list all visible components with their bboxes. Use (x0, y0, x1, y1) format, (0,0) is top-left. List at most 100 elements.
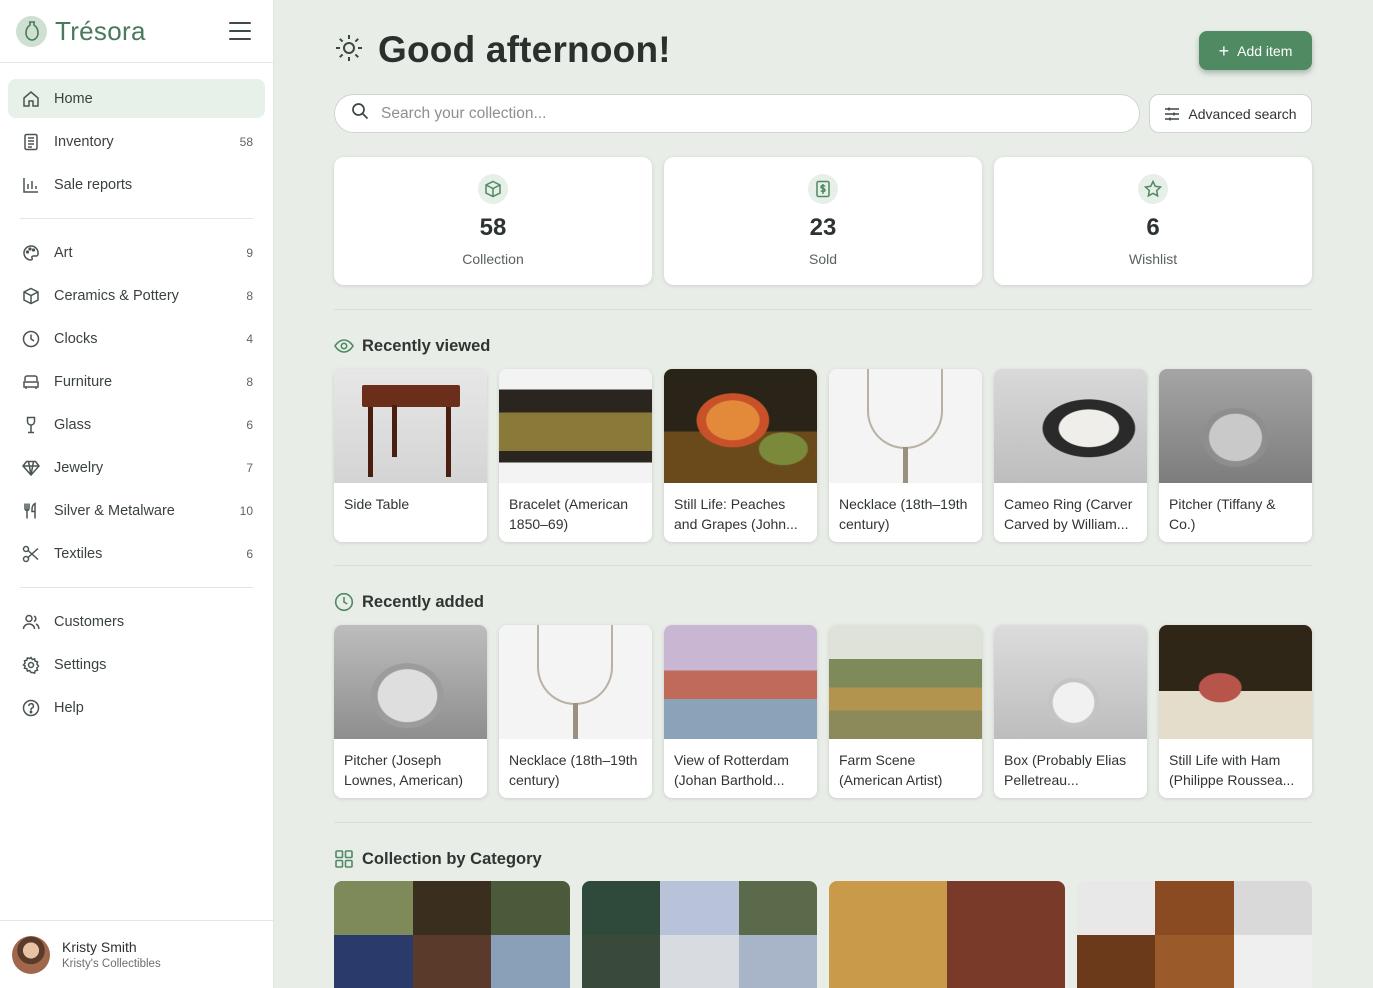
category-tile-clocks[interactable] (829, 881, 1065, 988)
sidebar-divider (20, 218, 253, 219)
stat-value: 58 (479, 214, 507, 241)
bar-chart-icon (20, 174, 42, 196)
item-card[interactable]: Pitcher (Tiffany & Co.) (1159, 369, 1312, 542)
sun-icon (334, 33, 364, 68)
recently-added-cards: Pitcher (Joseph Lownes, American) Neckla… (334, 625, 1312, 798)
category-tile-furniture[interactable] (1076, 881, 1312, 988)
help-icon (20, 697, 42, 719)
category-tile-art[interactable] (334, 881, 570, 988)
item-thumbnail (664, 625, 817, 739)
clock-icon (334, 592, 354, 612)
item-thumbnail (499, 625, 652, 739)
sidebar-item-settings[interactable]: Settings (8, 645, 265, 684)
stat-label: Sold (808, 251, 838, 267)
item-card[interactable]: Still Life with Ham (Philippe Roussea... (1159, 625, 1312, 798)
section-title-text: Collection by Category (362, 849, 542, 868)
stat-value: 23 (809, 214, 837, 241)
item-thumbnail (334, 369, 487, 483)
sidebar-item-textiles[interactable]: Textiles 6 (8, 534, 265, 573)
item-title: Pitcher (Tiffany & Co.) (1169, 496, 1276, 532)
sidebar-item-count: 8 (246, 288, 253, 303)
item-title: Bracelet (American 1850–69) (509, 496, 629, 532)
dollar-icon (808, 174, 838, 204)
sidebar-item-art[interactable]: Art 9 (8, 233, 265, 272)
item-thumbnail (334, 625, 487, 739)
sidebar-item-count: 6 (246, 546, 253, 561)
sidebar-item-silver[interactable]: Silver & Metalware 10 (8, 491, 265, 530)
vase-logo-icon (16, 15, 47, 47)
sidebar-divider (20, 587, 253, 588)
sidebar-item-ceramics[interactable]: Ceramics & Pottery 8 (8, 276, 265, 315)
item-card[interactable]: Farm Scene (American Artist) (829, 625, 982, 798)
item-card[interactable]: Box (Probably Elias Pelletreau... (994, 625, 1147, 798)
item-title: Side Table (344, 496, 410, 512)
sidebar-item-label: Ceramics & Pottery (54, 287, 179, 304)
avatar (12, 935, 50, 974)
item-card[interactable]: Bracelet (American 1850–69) (499, 369, 652, 542)
sidebar-nav: Home Inventory 58 Sale reports Art 9 Cer… (0, 63, 273, 727)
sidebar-item-clocks[interactable]: Clocks 4 (8, 319, 265, 358)
palette-icon (20, 242, 42, 264)
gem-icon (20, 457, 42, 479)
search-input[interactable] (381, 104, 1123, 123)
hamburger-menu-icon[interactable] (229, 22, 251, 40)
sidebar-item-customers[interactable]: Customers (8, 602, 265, 641)
stat-card-sold[interactable]: 23 Sold (664, 157, 982, 285)
stat-card-collection[interactable]: 58 Collection (334, 157, 652, 285)
sidebar-item-count: 10 (239, 503, 253, 518)
sidebar-item-label: Textiles (54, 545, 103, 562)
sidebar-item-sale-reports[interactable]: Sale reports (8, 165, 265, 204)
sidebar-item-label: Sale reports (54, 176, 133, 193)
sidebar-item-label: Furniture (54, 373, 113, 390)
sidebar: Trésora Home Inventory 58 Sale reports A… (0, 0, 274, 988)
item-card[interactable]: Cameo Ring (Carver Carved by William... (994, 369, 1147, 542)
category-tile-ceramics[interactable] (581, 881, 817, 988)
sidebar-item-label: Glass (54, 416, 92, 433)
utensils-icon (20, 500, 42, 522)
sidebar-item-count: 58 (239, 134, 253, 149)
plus-icon: + (1218, 40, 1230, 61)
item-thumbnail (499, 369, 652, 483)
sidebar-item-glass[interactable]: Glass 6 (8, 405, 265, 444)
item-title: Box (Probably Elias Pelletreau... (1004, 752, 1127, 788)
item-title: Necklace (18th–19th century) (839, 496, 968, 532)
item-thumbnail (829, 369, 982, 483)
greeting-header: Good afternoon! (334, 29, 671, 71)
item-card[interactable]: Side Table (334, 369, 487, 542)
item-title: Necklace (18th–19th century) (509, 752, 638, 788)
item-card[interactable]: View of Rotterdam (Johan Barthold... (664, 625, 817, 798)
item-title: Pitcher (Joseph Lownes, American) (344, 752, 464, 788)
sidebar-item-label: Silver & Metalware (54, 502, 175, 519)
stats-row: 58 Collection 23 Sold 6 Wishlist (334, 157, 1312, 285)
section-divider (334, 309, 1312, 310)
sidebar-item-count: 7 (246, 460, 253, 475)
stat-label: Collection (462, 251, 524, 267)
item-thumbnail (664, 369, 817, 483)
advanced-search-label: Advanced search (1188, 105, 1297, 122)
item-title: Still Life: Peaches and Grapes (John... (674, 496, 798, 532)
category-tiles (334, 881, 1312, 988)
scissors-icon (20, 543, 42, 565)
sidebar-item-help[interactable]: Help (8, 688, 265, 727)
sidebar-item-jewelry[interactable]: Jewelry 7 (8, 448, 265, 487)
stat-card-wishlist[interactable]: 6 Wishlist (994, 157, 1312, 285)
page-title: Good afternoon! (378, 29, 671, 70)
app-name: Trésora (55, 15, 146, 46)
user-profile[interactable]: Kristy Smith Kristy's Collectibles (0, 920, 273, 988)
home-icon (20, 88, 42, 110)
item-card[interactable]: Pitcher (Joseph Lownes, American) (334, 625, 487, 798)
item-thumbnail (994, 625, 1147, 739)
item-card[interactable]: Necklace (18th–19th century) (829, 369, 982, 542)
add-item-button[interactable]: + Add item (1199, 31, 1312, 70)
sidebar-item-furniture[interactable]: Furniture 8 (8, 362, 265, 401)
sidebar-item-count: 6 (246, 417, 253, 432)
advanced-search-button[interactable]: Advanced search (1149, 94, 1312, 133)
item-thumbnail (1159, 625, 1312, 739)
item-card[interactable]: Necklace (18th–19th century) (499, 625, 652, 798)
item-card[interactable]: Still Life: Peaches and Grapes (John... (664, 369, 817, 542)
sidebar-item-home[interactable]: Home (8, 79, 265, 118)
collection-by-category-heading: Collection by Category (334, 849, 542, 869)
sidebar-item-inventory[interactable]: Inventory 58 (8, 122, 265, 161)
stat-label: Wishlist (1128, 251, 1178, 267)
sidebar-item-label: Art (54, 244, 73, 261)
